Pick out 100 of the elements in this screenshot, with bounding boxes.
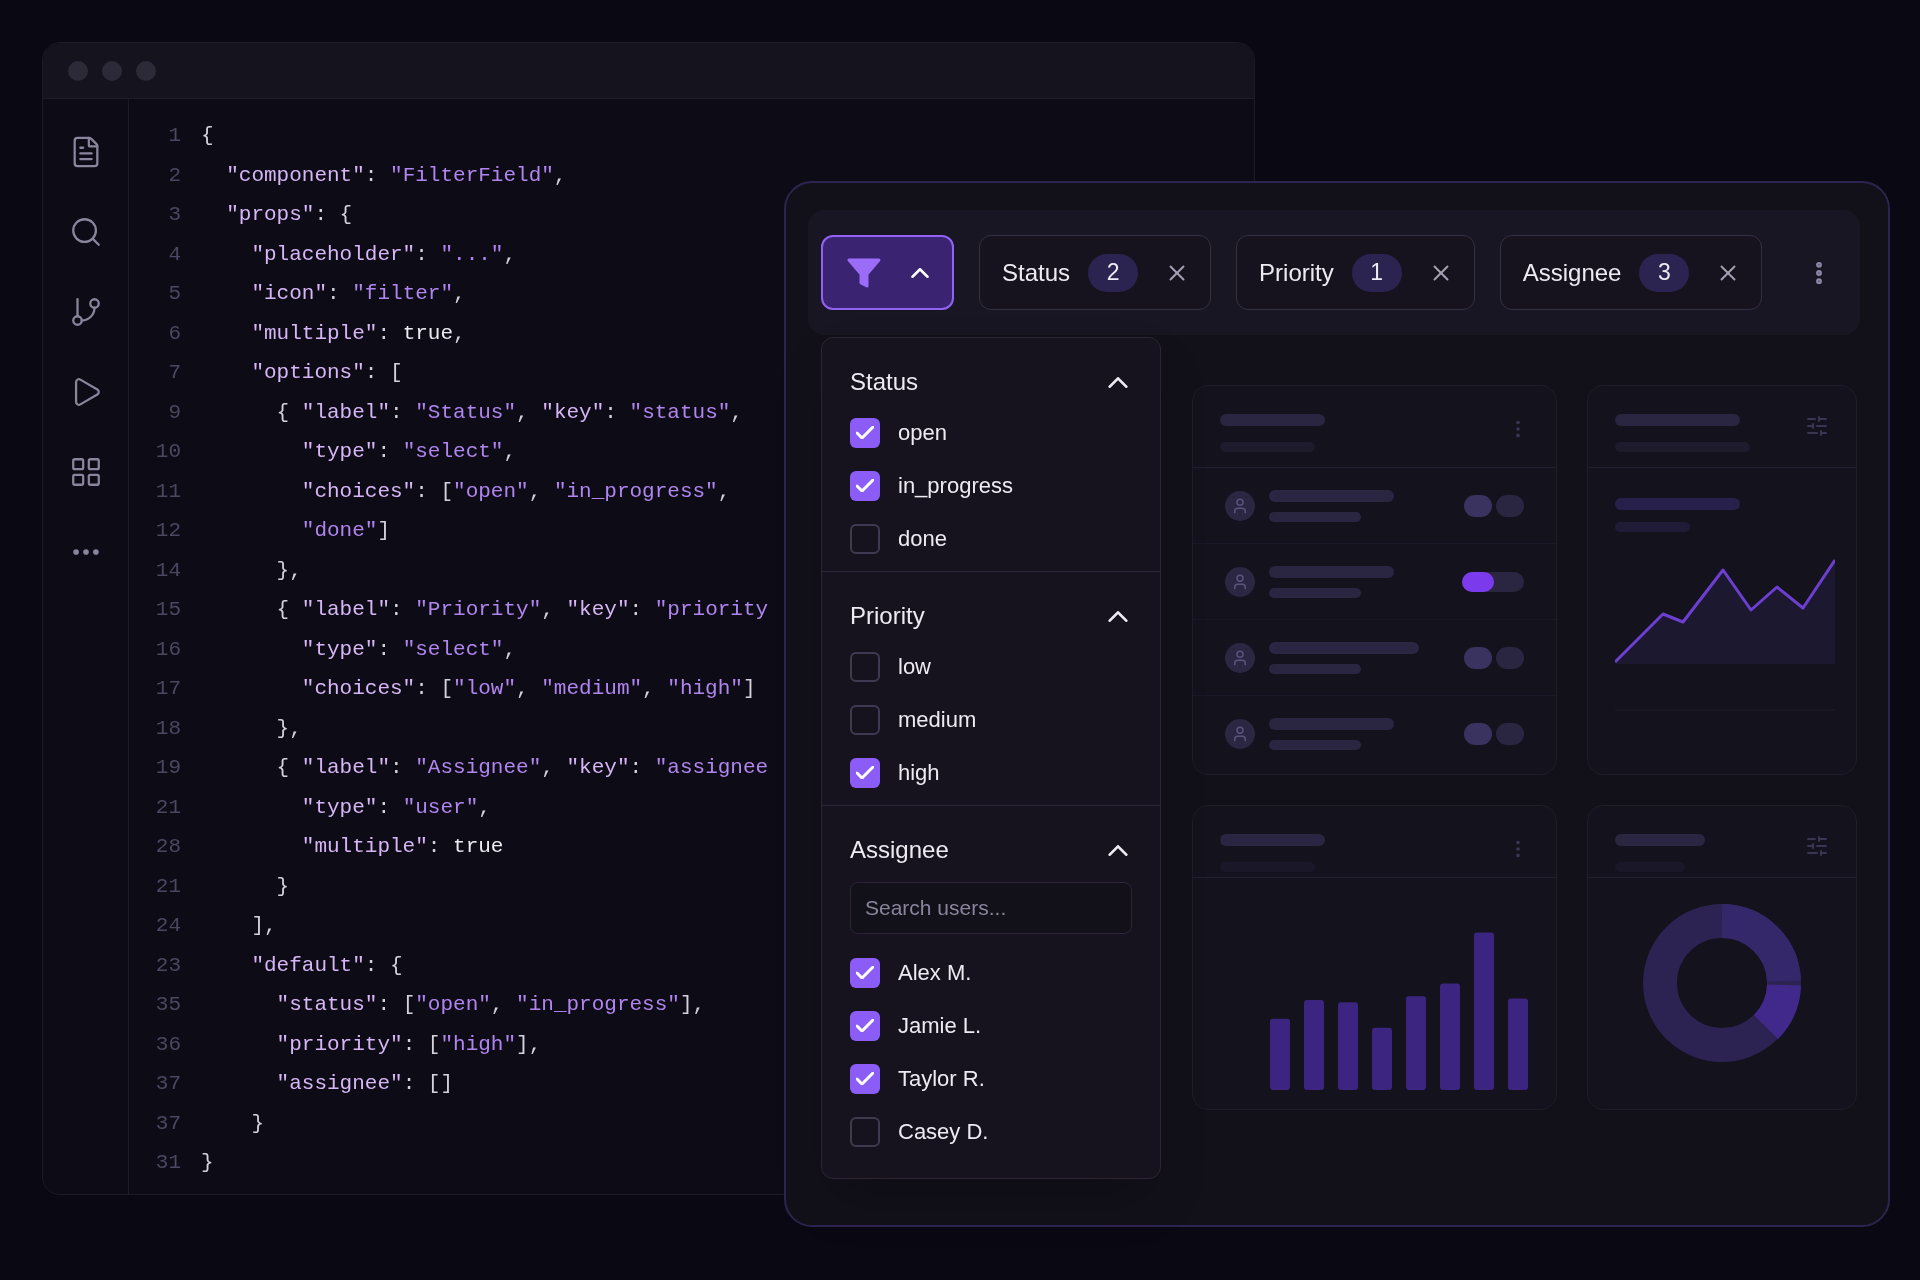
line-number: 23 xyxy=(154,952,181,979)
checkbox[interactable] xyxy=(850,1116,880,1147)
filter-chip[interactable]: Status 2 xyxy=(979,235,1212,310)
line-number: 18 xyxy=(154,715,181,742)
filter-chip-label: Assignee xyxy=(1522,257,1622,288)
line-number: 37 xyxy=(154,1071,181,1097)
code-line: ], xyxy=(251,913,277,939)
checkbox[interactable] xyxy=(850,523,880,554)
avatar-pair-drawing xyxy=(1464,646,1524,669)
checkbox[interactable] xyxy=(850,470,880,501)
line-number: 11 xyxy=(154,478,181,505)
chevron-up-icon xyxy=(1108,844,1128,856)
filter-button[interactable] xyxy=(821,235,954,310)
check-icon xyxy=(856,426,874,439)
check-icon xyxy=(856,1072,874,1085)
filter-chip[interactable]: Assignee 3 xyxy=(1499,235,1763,310)
avatar-pair-drawing xyxy=(1464,723,1524,745)
sliders-icon[interactable] xyxy=(1805,414,1829,438)
avatar-icon xyxy=(1225,566,1255,597)
line-number: 14 xyxy=(154,557,181,584)
filter-icon xyxy=(846,256,881,289)
section-title: Status xyxy=(850,367,919,397)
line-number: 5 xyxy=(167,281,181,307)
code-line: { xyxy=(201,123,214,149)
search-field[interactable]: Search users... xyxy=(850,882,1132,934)
count-badge: 3 xyxy=(1639,253,1690,292)
line-number: 37 xyxy=(154,1110,181,1137)
code-line: "status": ["open", "in_progress"], xyxy=(276,992,706,1018)
line-number: 35 xyxy=(154,992,181,1018)
checkbox[interactable] xyxy=(850,417,880,448)
checkbox[interactable] xyxy=(850,957,880,988)
filter-chip-label: Priority xyxy=(1259,257,1334,288)
code-line: "multiple": true, xyxy=(251,320,466,347)
line-number: 2 xyxy=(167,162,181,189)
option-label[interactable]: low xyxy=(898,650,931,683)
line-number: 21 xyxy=(154,794,181,821)
checkbox[interactable] xyxy=(850,757,880,788)
code-line: "default": { xyxy=(251,952,403,979)
avatar-icon xyxy=(1225,490,1255,521)
count-badge: 2 xyxy=(1088,253,1139,292)
checkbox[interactable] xyxy=(850,704,880,735)
avatar-icon xyxy=(1225,642,1255,673)
code-line: "choices": ["low", "medium", "high"] xyxy=(301,676,756,702)
code-line: }, xyxy=(276,715,302,742)
option-label[interactable]: medium xyxy=(898,703,977,736)
code-line: "multiple": true xyxy=(301,834,504,860)
code-line: "type": "select", xyxy=(301,636,517,663)
code-line: "type": "user", xyxy=(301,794,491,821)
code-line: "options": [ xyxy=(251,360,403,386)
sliders-icon[interactable] xyxy=(1805,834,1829,858)
line-number: 12 xyxy=(154,518,181,544)
line-number: 10 xyxy=(154,439,181,465)
chart-bar xyxy=(1372,1027,1392,1090)
checkbox[interactable] xyxy=(850,651,880,682)
option-label[interactable]: done xyxy=(898,522,947,555)
code-line: "placeholder": "...", xyxy=(251,241,517,268)
code-line: "done"] xyxy=(301,518,391,544)
line-number: 15 xyxy=(154,597,181,623)
code-line: "choices": ["open", "in_progress", xyxy=(301,478,731,505)
filter-chip[interactable]: Priority 1 xyxy=(1236,235,1475,310)
line-number: 31 xyxy=(154,1150,181,1176)
chevron-up-icon xyxy=(910,267,929,278)
option-label[interactable]: in_progress xyxy=(898,469,1013,502)
code-line: } xyxy=(276,873,290,900)
check-icon xyxy=(856,966,874,979)
avatar-pair-drawing xyxy=(1464,494,1524,517)
check-icon xyxy=(856,479,874,492)
code-line: { "label": "Assignee", "key": "assignee xyxy=(276,755,769,781)
chart-bar xyxy=(1270,1018,1290,1090)
option-label[interactable]: open xyxy=(898,416,947,449)
line-number: 36 xyxy=(154,1031,181,1058)
option-label[interactable]: Casey D. xyxy=(898,1115,989,1148)
code-line: } xyxy=(201,1150,214,1176)
check-icon xyxy=(856,766,874,779)
code-line: "props": { xyxy=(226,202,353,228)
checkbox[interactable] xyxy=(850,1063,880,1094)
line-number: 7 xyxy=(167,360,181,386)
option-label[interactable]: Jamie L. xyxy=(898,1009,982,1042)
checkbox[interactable] xyxy=(850,1010,880,1041)
line-number: 4 xyxy=(167,241,181,268)
section-title: Assignee xyxy=(850,835,949,865)
code-line: } xyxy=(251,1110,264,1137)
count-badge: 1 xyxy=(1351,253,1402,292)
option-label[interactable]: Taylor R. xyxy=(898,1062,985,1095)
line-number: 28 xyxy=(154,834,181,860)
code-line: "type": "select", xyxy=(301,439,517,465)
chevron-up-icon xyxy=(1108,376,1128,388)
line-number: 24 xyxy=(154,913,181,939)
toggle-switch-drawing xyxy=(1462,571,1524,592)
line-number: 9 xyxy=(167,399,181,426)
code-line: "icon": "filter", xyxy=(251,281,466,307)
option-label[interactable]: Alex M. xyxy=(898,956,972,989)
filter-chip-label: Status xyxy=(1002,257,1071,288)
code-line: }, xyxy=(276,557,302,584)
line-number: 1 xyxy=(167,123,181,149)
line-number: 6 xyxy=(167,320,181,347)
chevron-up-icon xyxy=(1108,610,1128,622)
option-label[interactable]: high xyxy=(898,756,940,789)
line-number: 16 xyxy=(154,636,181,663)
code-line: { "label": "Status", "key": "status", xyxy=(276,399,743,426)
